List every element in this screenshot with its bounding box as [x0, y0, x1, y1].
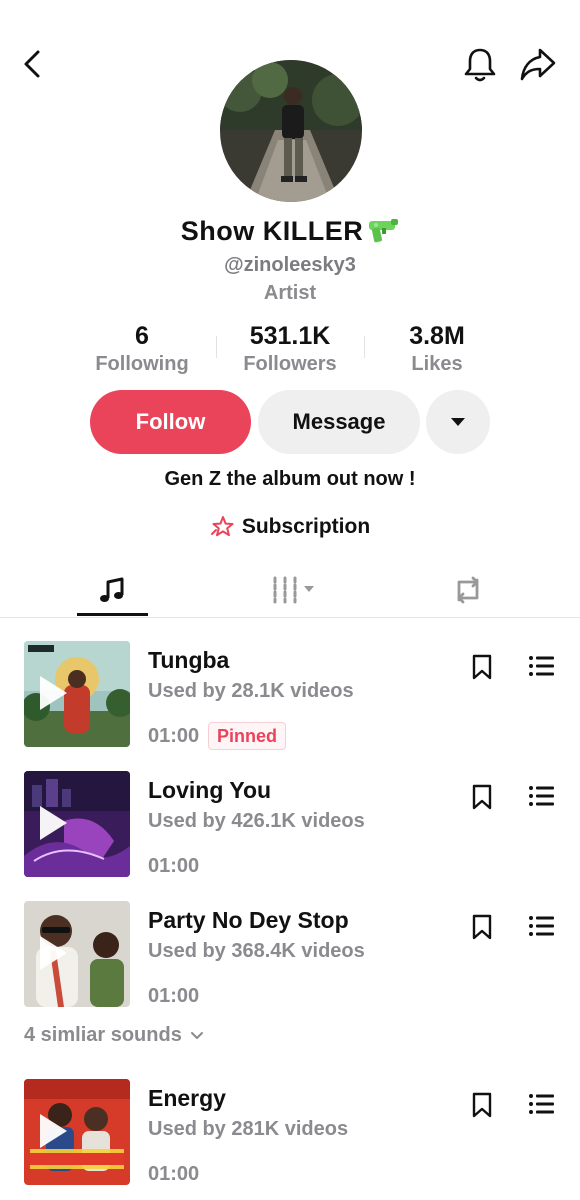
- track-usage: Used by 281K videos: [148, 1118, 349, 1140]
- bookmark-icon[interactable]: [470, 653, 494, 681]
- play-icon[interactable]: [36, 933, 70, 973]
- track-usage: Used by 368.4K videos: [148, 940, 365, 962]
- avatar[interactable]: [220, 60, 362, 202]
- bookmark-icon[interactable]: [470, 783, 494, 811]
- add-to-playlist-icon[interactable]: [528, 653, 556, 679]
- track-title: Tungba: [148, 647, 230, 673]
- track-title: Energy: [148, 1085, 226, 1111]
- add-to-playlist-icon[interactable]: [528, 1091, 556, 1117]
- tab-reposts[interactable]: [432, 562, 504, 618]
- star-sparkle-icon: [210, 516, 234, 537]
- tab-sounds[interactable]: [76, 562, 148, 618]
- share-button[interactable]: [518, 44, 558, 84]
- message-button[interactable]: Message: [258, 390, 420, 454]
- more-options-button[interactable]: [426, 390, 490, 454]
- play-icon[interactable]: [36, 673, 70, 713]
- similar-sounds-label: 4 simliar sounds: [24, 1024, 182, 1046]
- track-duration: 01:00: [148, 985, 200, 1007]
- pinned-badge: Pinned: [208, 722, 287, 750]
- stat-likes[interactable]: 3.8M Likes: [362, 322, 512, 376]
- stat-label: Following: [95, 353, 189, 375]
- add-to-playlist-icon[interactable]: [528, 783, 556, 809]
- caret-down-icon: [451, 418, 465, 426]
- stat-followers[interactable]: 531.1K Followers: [215, 322, 365, 376]
- bars-filter-icon: [273, 576, 314, 604]
- stat-label: Followers: [243, 353, 337, 375]
- subscription-link[interactable]: Subscription: [0, 514, 580, 540]
- profile-handle: @zinoleesky3: [224, 254, 356, 276]
- bell-icon: [464, 48, 496, 82]
- notification-button[interactable]: [462, 44, 498, 84]
- track-row-tungba[interactable]: Tungba Used by 28.1K videos 01:00 Pinned: [0, 641, 580, 750]
- profile-name-row: Show KILLER: [0, 216, 580, 249]
- stat-label: Likes: [411, 353, 463, 375]
- track-title: Loving You: [148, 777, 272, 803]
- bookmark-icon[interactable]: [470, 913, 494, 941]
- stat-value: 6: [135, 322, 149, 350]
- tabs-divider: [0, 617, 580, 618]
- track-row-party-no-dey-stop[interactable]: Party No Dey Stop Used by 368.4K videos …: [0, 901, 580, 1009]
- active-tab-indicator: [77, 613, 148, 616]
- track-row-energy[interactable]: Energy Used by 281K videos 01:00: [0, 1079, 580, 1187]
- track-duration: 01:00: [148, 725, 200, 747]
- track-usage: Used by 28.1K videos: [148, 680, 354, 702]
- track-title: Party No Dey Stop: [148, 907, 349, 933]
- music-note-icon: [100, 577, 124, 602]
- stat-following[interactable]: 6 Following: [67, 322, 217, 376]
- track-duration: 01:00: [148, 855, 200, 877]
- back-button[interactable]: [18, 46, 50, 82]
- profile-name: Show KILLER: [180, 216, 364, 246]
- profile-bio: Gen Z the album out now !: [164, 468, 416, 490]
- bookmark-icon[interactable]: [470, 1091, 494, 1119]
- play-icon[interactable]: [36, 1111, 70, 1151]
- similar-sounds-toggle[interactable]: 4 simliar sounds: [24, 1024, 204, 1047]
- add-to-playlist-icon[interactable]: [528, 913, 556, 939]
- track-duration: 01:00: [148, 1163, 200, 1185]
- play-icon[interactable]: [36, 803, 70, 843]
- chevron-left-icon: [24, 50, 40, 78]
- stat-value: 531.1K: [249, 322, 331, 350]
- tab-playlist-filter[interactable]: [254, 562, 326, 618]
- water-gun-emoji-icon: [365, 216, 399, 249]
- track-row-loving-you[interactable]: Loving You Used by 426.1K videos 01:00: [0, 771, 580, 879]
- chevron-down-icon: [190, 1031, 203, 1039]
- stat-value: 3.8M: [409, 322, 465, 350]
- profile-role: Artist: [263, 282, 317, 304]
- subscription-label: Subscription: [241, 515, 371, 538]
- track-usage: Used by 426.1K videos: [148, 810, 365, 832]
- share-arrow-icon: [520, 48, 556, 81]
- repost-icon: [457, 576, 479, 604]
- follow-button[interactable]: Follow: [90, 390, 251, 454]
